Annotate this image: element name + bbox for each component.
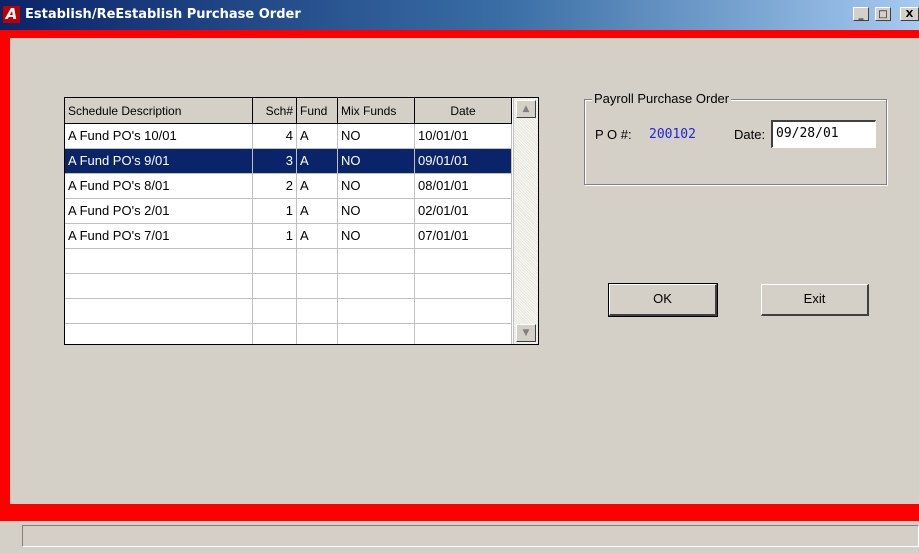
cell-fund: A (297, 149, 338, 174)
title-bar[interactable]: A Establish/ReEstablish Purchase Order _… (0, 0, 919, 30)
maximize-button[interactable]: □ (875, 7, 891, 21)
cell-date (415, 274, 512, 299)
app-logo-icon: A (3, 6, 20, 23)
table-row[interactable]: A Fund PO's 7/01 1 A NO 07/01/01 (65, 224, 512, 249)
table-row-empty[interactable] (65, 324, 512, 344)
cell-mix-funds: NO (338, 199, 415, 224)
column-header-date[interactable]: Date (415, 98, 512, 124)
cell-description (65, 274, 253, 299)
cell-sch: 3 (253, 149, 297, 174)
scroll-up-button[interactable]: ▲ (516, 100, 536, 118)
scroll-down-button[interactable]: ▼ (516, 324, 536, 342)
cell-description: A Fund PO's 7/01 (65, 224, 253, 249)
column-header-fund[interactable]: Fund (297, 98, 338, 124)
column-header-mix-funds[interactable]: Mix Funds (338, 98, 415, 124)
cell-description (65, 299, 253, 324)
cell-date (415, 249, 512, 274)
cell-date: 10/01/01 (415, 124, 512, 149)
cell-mix-funds (338, 249, 415, 274)
cell-mix-funds: NO (338, 224, 415, 249)
cell-description: A Fund PO's 8/01 (65, 174, 253, 199)
table-row[interactable]: A Fund PO's 9/01 3 A NO 09/01/01 (65, 149, 512, 174)
status-panel (22, 525, 919, 547)
schedule-grid[interactable]: Schedule Description Sch# Fund Mix Funds… (64, 97, 539, 345)
cell-sch: 4 (253, 124, 297, 149)
cell-mix-funds (338, 274, 415, 299)
cell-date (415, 299, 512, 324)
table-row-empty[interactable] (65, 274, 512, 299)
cell-description: A Fund PO's 2/01 (65, 199, 253, 224)
exit-button[interactable]: Exit (761, 284, 869, 316)
status-bar (0, 521, 919, 554)
cell-sch: 1 (253, 199, 297, 224)
payroll-po-legend: Payroll Purchase Order (592, 91, 732, 107)
grid-header: Schedule Description Sch# Fund Mix Funds… (65, 98, 512, 124)
cell-date (415, 324, 512, 344)
cell-sch (253, 249, 297, 274)
column-header-description[interactable]: Schedule Description (65, 98, 253, 124)
close-button[interactable]: X (900, 7, 919, 21)
cell-sch: 2 (253, 174, 297, 199)
cell-fund: A (297, 124, 338, 149)
cell-date: 02/01/01 (415, 199, 512, 224)
cell-mix-funds (338, 324, 415, 344)
table-row[interactable]: A Fund PO's 8/01 2 A NO 08/01/01 (65, 174, 512, 199)
ok-button[interactable]: OK (608, 283, 718, 317)
po-number-value: 200102 (649, 127, 696, 142)
cell-fund (297, 324, 338, 344)
column-header-sch[interactable]: Sch# (253, 98, 297, 124)
date-input[interactable]: 09/28/01 (771, 120, 876, 148)
date-label: Date: (734, 127, 766, 142)
cell-description (65, 249, 253, 274)
cell-mix-funds (338, 299, 415, 324)
grid-body: A Fund PO's 10/01 4 A NO 10/01/01 A Fund PO's… (65, 124, 512, 344)
cell-fund: A (297, 174, 338, 199)
cell-sch (253, 274, 297, 299)
grid-vertical-scrollbar[interactable]: ▲ ▼ (513, 98, 538, 344)
minimize-button[interactable]: _ (853, 7, 869, 21)
cell-description: A Fund PO's 9/01 (65, 149, 253, 174)
cell-date: 09/01/01 (415, 149, 512, 174)
cell-sch: 1 (253, 224, 297, 249)
window-title: Establish/ReEstablish Purchase Order (25, 7, 301, 22)
cell-mix-funds: NO (338, 174, 415, 199)
cell-fund (297, 299, 338, 324)
cell-description (65, 324, 253, 344)
cell-fund (297, 274, 338, 299)
cell-sch (253, 324, 297, 344)
po-number-label: P O #: (595, 127, 632, 142)
cell-date: 08/01/01 (415, 174, 512, 199)
table-row-empty[interactable] (65, 299, 512, 324)
cell-fund: A (297, 199, 338, 224)
cell-fund: A (297, 224, 338, 249)
table-row[interactable]: A Fund PO's 10/01 4 A NO 10/01/01 (65, 124, 512, 149)
cell-date: 07/01/01 (415, 224, 512, 249)
cell-sch (253, 299, 297, 324)
table-row[interactable]: A Fund PO's 2/01 1 A NO 02/01/01 (65, 199, 512, 224)
cell-fund (297, 249, 338, 274)
cell-description: A Fund PO's 10/01 (65, 124, 253, 149)
cell-mix-funds: NO (338, 124, 415, 149)
cell-mix-funds: NO (338, 149, 415, 174)
table-row-empty[interactable] (65, 249, 512, 274)
